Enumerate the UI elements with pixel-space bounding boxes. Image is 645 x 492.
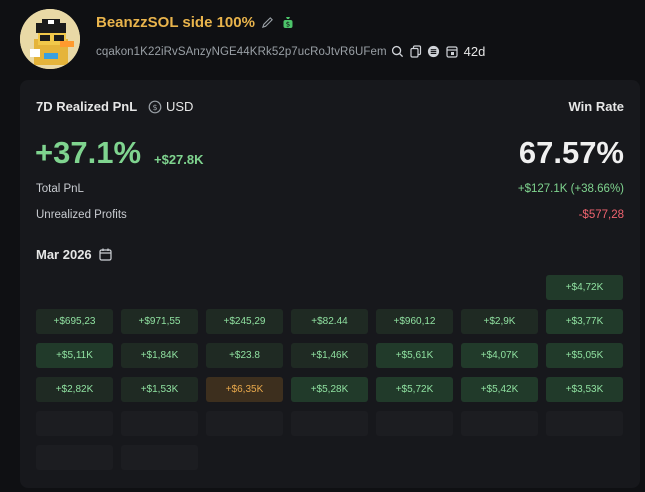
edit-icon[interactable] (261, 16, 275, 30)
svg-text:$: $ (152, 103, 157, 112)
wallet-title-row: BeanzzSOL side 100% $ (96, 14, 295, 31)
calendar-day[interactable]: +$5,42K (461, 377, 538, 402)
wallet-address[interactable]: cqakon1K22iRvSAnzyNGE44KRk52p7ucRoJtvR6U… (96, 46, 387, 58)
calendar-icon (99, 248, 113, 262)
unrealized-value: -$577,28 (578, 209, 624, 221)
money-bag-icon: $ (281, 16, 295, 30)
avatar[interactable] (20, 9, 80, 69)
calendar-day[interactable]: +$5,28K (291, 377, 368, 402)
calendar-day[interactable]: +$5,05K (546, 343, 623, 368)
total-pnl-label: Total PnL (36, 183, 84, 195)
calendar-day[interactable]: +$960,12 (376, 309, 453, 334)
calendar-day[interactable]: +$1,53K (121, 377, 198, 402)
calendar-day[interactable]: +$23.8 (206, 343, 283, 368)
pnl-calendar: +$4,72K +$695,23 +$971,55 +$245,29 +$82.… (36, 275, 623, 470)
calendar-day[interactable]: +$2,9K (461, 309, 538, 334)
win-rate-label: Win Rate (568, 99, 625, 114)
calendar-day (36, 275, 113, 300)
calendar-day (376, 275, 453, 300)
month-selector[interactable]: Mar 2026 (36, 247, 113, 262)
currency-label: USD (166, 99, 194, 114)
win-rate-value: 67.57% (518, 135, 624, 170)
solscan-icon[interactable] (427, 45, 441, 59)
calendar-day[interactable]: +$3,53K (546, 377, 623, 402)
calendar-day (121, 445, 198, 470)
calendar-day (461, 411, 538, 436)
calendar-day (206, 275, 283, 300)
copy-icon[interactable] (409, 45, 423, 59)
calendar-age-icon (445, 45, 459, 59)
calendar-day (376, 411, 453, 436)
calendar-day (291, 275, 368, 300)
calendar-day[interactable]: +$1,84K (121, 343, 198, 368)
search-icon[interactable] (391, 45, 405, 59)
calendar-day (36, 445, 113, 470)
calendar-day (291, 411, 368, 436)
calendar-day (206, 411, 283, 436)
pnl-amount: +$27.8K (154, 152, 204, 167)
calendar-day[interactable]: +$82.44 (291, 309, 368, 334)
month-label: Mar 2026 (36, 247, 92, 262)
calendar-day (121, 275, 198, 300)
currency-toggle[interactable]: $ USD (148, 99, 193, 114)
wallet-age: 42d (463, 44, 486, 59)
avatar-image (20, 9, 80, 69)
total-pnl-value: +$127.1K (+38.66%) (517, 183, 624, 195)
currency-icon: $ (148, 100, 162, 114)
calendar-day[interactable]: +$245,29 (206, 309, 283, 334)
calendar-day[interactable]: +$3,77K (546, 309, 623, 334)
calendar-day[interactable]: +$971,55 (121, 309, 198, 334)
calendar-day[interactable]: +$5,11K (36, 343, 113, 368)
calendar-day[interactable]: +$695,23 (36, 309, 113, 334)
unrealized-label: Unrealized Profits (36, 209, 127, 221)
pnl-label: 7D Realized PnL (36, 99, 138, 114)
calendar-day (36, 411, 113, 436)
svg-text:$: $ (286, 21, 290, 29)
calendar-day[interactable]: +$5,72K (376, 377, 453, 402)
calendar-day[interactable]: +$4,72K (546, 275, 623, 300)
calendar-day[interactable]: +$5,61K (376, 343, 453, 368)
calendar-day[interactable]: +$1,46K (291, 343, 368, 368)
pnl-card: 7D Realized PnL $ USD Win Rate +37.1% +$… (20, 80, 640, 488)
calendar-day (461, 275, 538, 300)
calendar-day (546, 411, 623, 436)
pnl-percent: +37.1% (35, 135, 142, 170)
calendar-day[interactable]: +$2,82K (36, 377, 113, 402)
calendar-day (121, 411, 198, 436)
address-row: cqakon1K22iRvSAnzyNGE44KRk52p7ucRoJtvR6U… (96, 44, 485, 59)
wallet-name: BeanzzSOL side 100% (96, 14, 255, 31)
calendar-day[interactable]: +$6,35K (206, 377, 283, 402)
calendar-day[interactable]: +$4,07K (461, 343, 538, 368)
